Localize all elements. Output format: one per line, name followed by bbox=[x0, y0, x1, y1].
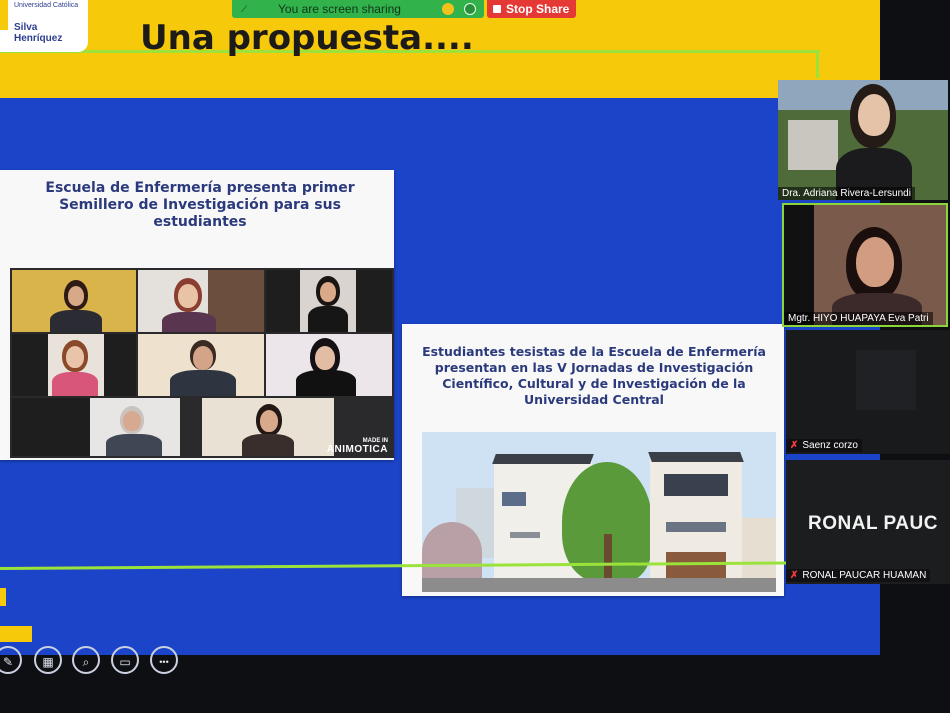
logo-text-top: Universidad Católica bbox=[14, 2, 79, 9]
collage-person bbox=[138, 270, 264, 332]
meeting-collage-image: MADE IN ANIMOTICA bbox=[10, 268, 394, 458]
participant-name: Dra. Adriana Rivera-Lersundi bbox=[778, 187, 915, 200]
slideshow-icon[interactable]: ▭ bbox=[111, 646, 139, 674]
slide-divider-corner bbox=[816, 50, 819, 78]
watermark-animotica: ANIMOTICA bbox=[326, 444, 388, 455]
pin-icon[interactable]: ⟋ bbox=[238, 3, 250, 15]
collage-person bbox=[12, 334, 136, 396]
slide-edge-accent bbox=[0, 588, 6, 606]
logo-text-name: Silva Henríquez bbox=[14, 22, 63, 44]
collage-person bbox=[12, 270, 136, 332]
collage-person bbox=[202, 398, 334, 456]
participant-name: Saenz corzo bbox=[802, 440, 858, 451]
university-logo: Universidad Católica Silva Henríquez bbox=[0, 0, 88, 52]
screen-sharing-bar[interactable]: ⟋ You are screen sharing bbox=[232, 0, 484, 18]
news-card-semillero: Escuela de Enfermería presenta primer Se… bbox=[0, 170, 394, 460]
news-card-jornadas: Estudiantes tesistas de la Escuela de En… bbox=[402, 324, 784, 596]
collage-person bbox=[266, 334, 392, 396]
more-icon[interactable]: ••• bbox=[150, 646, 178, 674]
stop-share-label: Stop Share bbox=[506, 2, 570, 16]
muted-mic-icon: ✗ bbox=[790, 440, 799, 451]
collage-person bbox=[266, 270, 392, 332]
layout-icon[interactable]: ▦ bbox=[34, 646, 62, 674]
muted-mic-icon: ✗ bbox=[790, 570, 799, 581]
participant-big-label: RONAL PAUC bbox=[808, 513, 938, 534]
slide-title: Una propuesta.... bbox=[140, 18, 474, 58]
stop-share-button[interactable]: Stop Share bbox=[487, 0, 576, 18]
news-card-title: Estudiantes tesistas de la Escuela de En… bbox=[422, 344, 766, 407]
participant-video-1[interactable]: Dra. Adriana Rivera-Lersundi bbox=[778, 80, 948, 200]
participant-tile-3[interactable]: ✗ Saenz corzo bbox=[786, 330, 950, 454]
presentation-toolbar: ✎ ▦ ⌕ ▭ ••• bbox=[0, 640, 200, 680]
participant-name: Mgtr. HIYO HUAPAYA Eva Patri bbox=[784, 312, 933, 325]
news-card-title: Escuela de Enfermería presenta primer Se… bbox=[45, 180, 355, 230]
university-building-image bbox=[422, 432, 776, 592]
participant-video-2-active-speaker[interactable]: Mgtr. HIYO HUAPAYA Eva Patri bbox=[782, 203, 948, 327]
collage-person bbox=[138, 334, 264, 396]
participant-name-row: ✗ RONAL PAUCAR HUAMAN bbox=[786, 569, 931, 582]
zoom-icon[interactable]: ⌕ bbox=[72, 646, 100, 674]
shield-icon[interactable] bbox=[464, 3, 476, 15]
sharing-status: You are screen sharing bbox=[278, 2, 401, 16]
shared-slide: Universidad Católica Silva Henríquez Una… bbox=[0, 0, 880, 655]
participant-name: RONAL PAUCAR HUAMAN bbox=[802, 570, 927, 581]
participant-name-row: ✗ Saenz corzo bbox=[786, 439, 862, 452]
network-icon[interactable] bbox=[442, 3, 454, 15]
collage-person bbox=[90, 398, 180, 456]
pen-icon[interactable]: ✎ bbox=[0, 646, 22, 674]
stop-icon bbox=[493, 5, 501, 13]
participant-tile-4[interactable]: RONAL PAUC ✗ RONAL PAUCAR HUAMAN bbox=[786, 460, 950, 584]
